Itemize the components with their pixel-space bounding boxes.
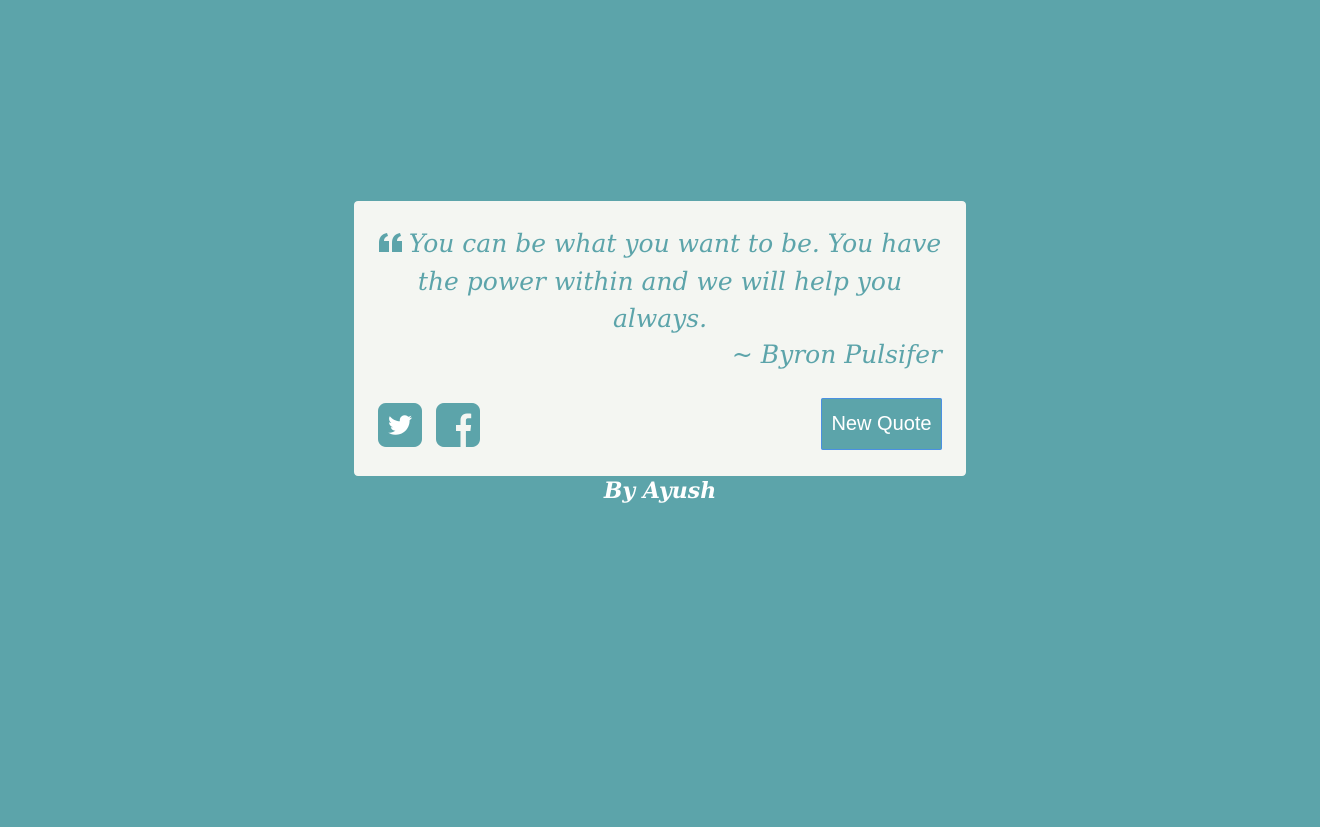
quote-left-icon bbox=[378, 226, 403, 263]
facebook-icon bbox=[436, 403, 480, 447]
share-facebook-button[interactable] bbox=[436, 403, 480, 447]
quote-author: ~ Byron Pulsifer bbox=[731, 340, 942, 369]
quote-block: You can be what you want to be. You have… bbox=[378, 225, 942, 337]
tweet-quote-button[interactable] bbox=[378, 403, 422, 447]
quote-card: You can be what you want to be. You have… bbox=[354, 201, 966, 476]
twitter-icon bbox=[378, 403, 422, 447]
new-quote-button[interactable]: New Quote bbox=[821, 398, 942, 450]
quote-text: You can be what you want to be. You have… bbox=[408, 229, 942, 333]
author-credit: By Ayush bbox=[603, 478, 717, 504]
